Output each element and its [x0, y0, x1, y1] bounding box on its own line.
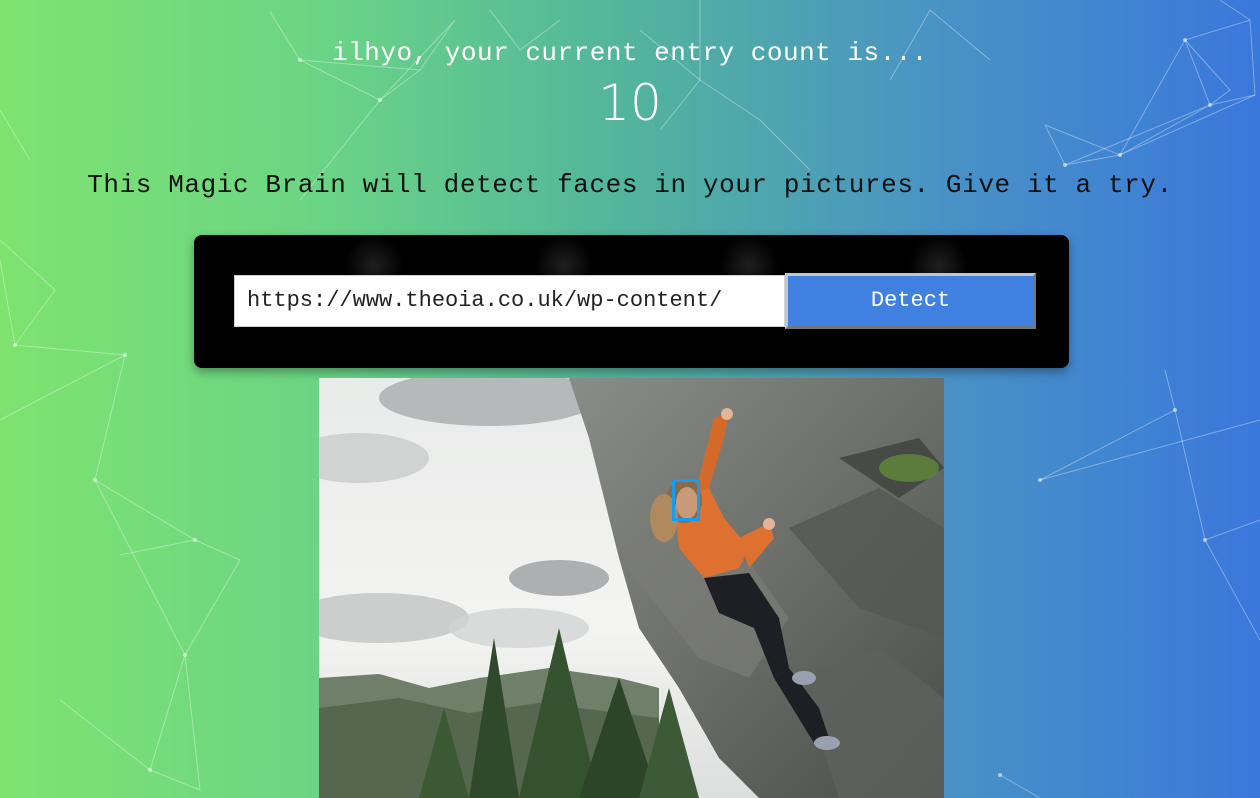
app-tagline: This Magic Brain will detect faces in yo…	[87, 170, 1173, 200]
face-bounding-box	[672, 479, 700, 521]
image-url-input[interactable]: https://www.theoia.co.uk/wp-content/	[234, 275, 785, 327]
face-detection-image	[319, 378, 944, 798]
climber-photo-icon	[319, 378, 944, 798]
image-link-form: https://www.theoia.co.uk/wp-content/ Det…	[194, 235, 1069, 368]
entry-count-greeting: ilhyo, your current entry count is...	[332, 38, 928, 68]
entry-count-value: 10	[598, 74, 662, 132]
detect-button[interactable]: Detect	[785, 273, 1036, 329]
